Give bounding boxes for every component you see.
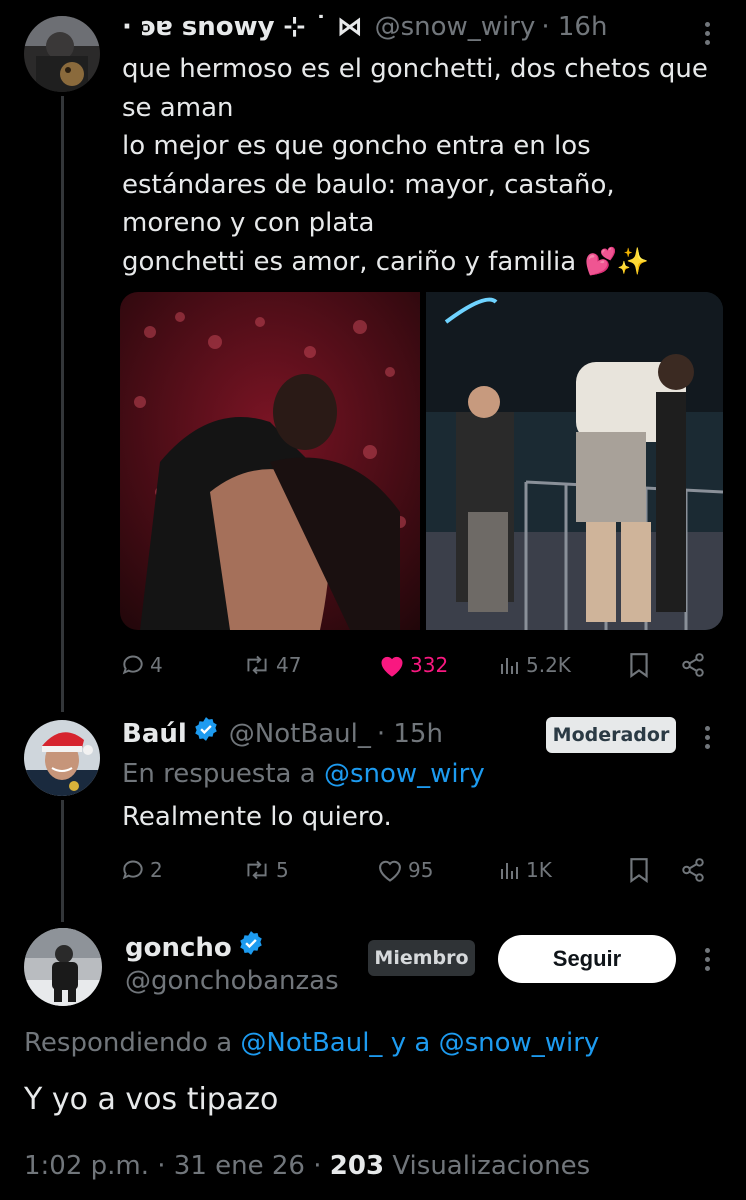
reply-icon [122, 860, 143, 880]
repost-icon [247, 860, 267, 880]
display-name[interactable]: · ͽɐ snowy ⊹ ˙ ⋈ [122, 12, 363, 42]
thread-line-2 [61, 800, 64, 922]
tweet1-photo-2[interactable] [426, 292, 723, 630]
reply-button[interactable]: 4 [120, 652, 163, 678]
views-count: 1K [526, 858, 552, 882]
reply-context: En respuesta a @snow_wiry [122, 755, 485, 794]
like-button[interactable]: 95 [376, 857, 433, 883]
reply-to-link[interactable]: @snow_wiry [324, 759, 485, 789]
repost-count: 5 [276, 858, 289, 882]
tweet3-name-row: goncho [125, 930, 264, 963]
text-line: estándares de baulo: mayor, castaño, [122, 169, 615, 200]
more-options-icon[interactable] [697, 948, 717, 971]
display-name[interactable]: Baúl [122, 719, 187, 749]
bookmark-icon [630, 858, 648, 883]
text-line: lo mejor es que goncho entra en los [122, 131, 591, 161]
post-timestamp[interactable]: 1:02 p.m. · 31 ene 26 · [24, 1151, 322, 1181]
share-icon [682, 858, 704, 882]
share-icon [682, 653, 704, 677]
replying-user-link-2[interactable]: @snow_wiry [439, 1028, 600, 1058]
more-options-icon[interactable] [697, 22, 717, 45]
tweet3-handle-row: @gonchobanzas [125, 966, 339, 996]
bookmark-icon [630, 653, 648, 678]
views-count: 5.2K [526, 653, 571, 677]
like-count: 95 [408, 858, 434, 882]
tweet2-header: Baúl @NotBaul_ · 15h [122, 716, 443, 749]
tweet2-actions: 2 5 95 1K [120, 853, 724, 887]
text-line: gonchetti es amor, cariño y familia 💕✨ [122, 246, 650, 277]
repost-icon [247, 655, 267, 675]
tweet1-actions: 4 47 332 5.2K [120, 648, 724, 682]
reply-button[interactable]: 2 [120, 857, 163, 883]
heart-outline-icon [379, 860, 401, 882]
tweet3-meta: 1:02 p.m. · 31 ene 26 · 203 Visualizacio… [24, 1147, 590, 1186]
view-label: Visualizaciones [392, 1151, 591, 1181]
text-line: que hermoso es el gonchetti, dos chetos … [122, 54, 708, 84]
views-icon [501, 863, 518, 879]
avatar-baul[interactable] [24, 720, 100, 796]
tweet3-text: Y yo a vos tipazo [24, 1082, 279, 1117]
avatar-snowy[interactable] [24, 16, 100, 92]
replying-prefix: Respondiendo a [24, 1028, 233, 1058]
tweet1-text: que hermoso es el gonchetti, dos chetos … [122, 50, 708, 281]
handle[interactable]: @snow_wiry [375, 12, 536, 42]
text-line: se aman [122, 92, 234, 123]
repost-button[interactable]: 47 [242, 652, 301, 678]
text-line: moreno y con plata [122, 208, 375, 238]
replying-to: Respondiendo a @NotBaul_ y a @snow_wiry [24, 1024, 599, 1063]
member-badge: Miembro [368, 940, 475, 976]
share-button[interactable] [680, 857, 706, 883]
timestamp[interactable]: · 16h [541, 12, 607, 42]
like-button[interactable]: 332 [378, 652, 448, 678]
bookmark-button[interactable] [628, 652, 650, 678]
tweet1-photo-1[interactable] [120, 292, 420, 630]
reply-count: 2 [150, 858, 163, 882]
tweet2-text: Realmente lo quiero. [122, 802, 392, 832]
share-button[interactable] [680, 652, 706, 678]
tweet1-header: · ͽɐ snowy ⊹ ˙ ⋈ @snow_wiry · 16h [122, 12, 607, 42]
handle[interactable]: @gonchobanzas [125, 966, 339, 996]
like-count: 332 [410, 653, 449, 677]
bookmark-button[interactable] [628, 857, 650, 883]
repost-button[interactable]: 5 [242, 857, 289, 883]
verified-badge-icon [240, 931, 262, 955]
more-options-icon[interactable] [697, 726, 717, 749]
reply-icon [122, 655, 143, 675]
reply-count: 4 [150, 653, 163, 677]
handle[interactable]: @NotBaul_ [229, 719, 371, 749]
views-icon [501, 658, 518, 674]
follow-button[interactable]: Seguir [498, 935, 676, 983]
reply-prefix: En respuesta a [122, 759, 316, 789]
views-button[interactable]: 1K [498, 858, 552, 882]
display-name[interactable]: goncho [125, 933, 232, 963]
verified-badge-icon [195, 717, 217, 741]
view-count: 203 [329, 1151, 385, 1181]
views-button[interactable]: 5.2K [498, 653, 571, 677]
thread-line-1 [61, 96, 64, 712]
replying-user-link-1[interactable]: @NotBaul_ [240, 1028, 382, 1058]
timestamp[interactable]: · 15h [377, 719, 443, 749]
avatar-goncho[interactable] [24, 928, 102, 1006]
heart-filled-icon [381, 656, 403, 677]
repost-count: 47 [276, 653, 302, 677]
replying-and: y a [390, 1028, 431, 1058]
moderator-badge: Moderador [546, 717, 676, 753]
